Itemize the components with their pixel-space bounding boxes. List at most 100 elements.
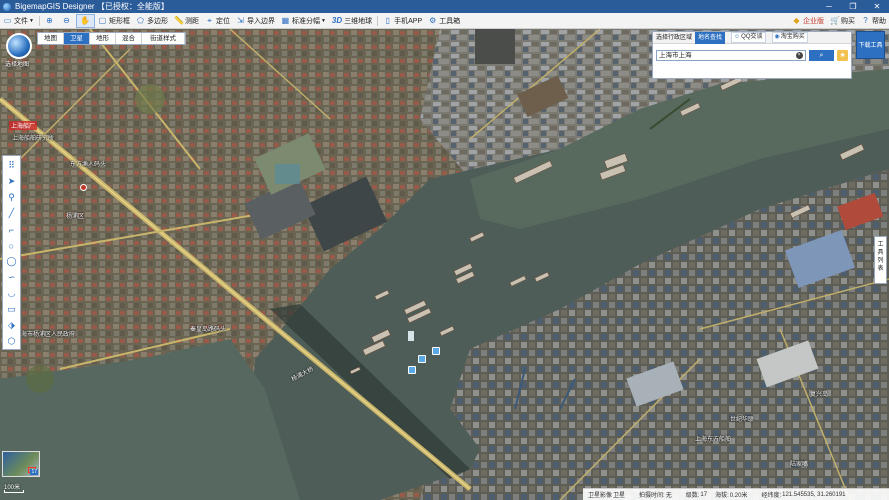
polygon-select-icon: ⬠: [136, 16, 144, 25]
tab-street-style[interactable]: 街道样式: [142, 33, 185, 44]
capture-date-label: 拍摄时间:: [639, 493, 665, 499]
toolbox-icon: ⚙: [429, 16, 437, 25]
ellipse-draw-icon[interactable]: ◯: [4, 254, 19, 270]
ferry-icon[interactable]: [418, 355, 426, 363]
coordinates-label: 经纬度:: [761, 493, 782, 499]
marker-pin-icon[interactable]: ⚲: [4, 190, 19, 206]
pan-button[interactable]: ✋: [75, 13, 95, 28]
toolbar-right: ◆ 企业版 🛒 购买 ? 帮助: [789, 14, 889, 28]
measure-button[interactable]: 📏 测距: [171, 14, 202, 28]
map-poi-icon[interactable]: [80, 184, 87, 191]
pan-hand-icon: ✋: [79, 16, 90, 25]
ferry-icon[interactable]: [432, 347, 440, 355]
circle-draw-icon[interactable]: ○: [4, 238, 19, 254]
globe-icon: [6, 33, 32, 59]
zoom-in-button[interactable]: ⊕: [42, 14, 59, 28]
app-logo-icon: [3, 2, 11, 11]
map-label: 杨浦区: [66, 214, 85, 220]
rectangle-select-button[interactable]: ▢ 矩形框: [95, 14, 133, 28]
polygon-draw-icon[interactable]: ⬡: [4, 333, 19, 349]
tool-list-char: 表: [877, 266, 884, 272]
locate-label: 定位: [215, 17, 230, 25]
folder-icon: ▭: [3, 16, 12, 25]
map-view[interactable]: 上海船厂 上海船舶研究所 杨浦区 上海市杨浦区人民政府 杨浦大桥 秦皇岛路码头 …: [0, 29, 889, 500]
rectangle-select-icon: ▢: [98, 16, 107, 25]
scale-bar: [4, 490, 24, 493]
search-panel-header: 选择行政区域 地名查找 ☺ QQ交谈 ◉ 淘宝购买: [653, 31, 851, 44]
map-source-label: 选择地图: [4, 62, 29, 68]
chevron-down-icon: ▼: [320, 17, 326, 24]
tab-select-region[interactable]: 选择行政区域: [653, 32, 695, 44]
qq-chat-label: QQ交谈: [741, 34, 763, 40]
clear-icon[interactable]: ×: [795, 52, 803, 59]
tab-satellite[interactable]: 卫星: [64, 33, 90, 44]
imagery-value: 卫星: [613, 493, 626, 499]
altitude-label: 海拔:: [715, 493, 729, 499]
map-label: 上海市杨浦区人民政府: [15, 332, 76, 338]
restore-button[interactable]: ❐: [841, 0, 865, 13]
tab-map[interactable]: 地图: [38, 33, 64, 44]
polyline-draw-icon[interactable]: ⌐: [4, 222, 19, 238]
help-button[interactable]: ? 帮助: [858, 14, 889, 28]
buy-button[interactable]: 🛒 购买: [827, 14, 858, 28]
search-input[interactable]: 上海市上海 ×: [656, 50, 806, 61]
taobao-buy-link[interactable]: ◉ 淘宝购买: [771, 32, 808, 43]
map-label: 东方渔人码头: [70, 162, 107, 168]
locate-button[interactable]: ⌖ 定位: [202, 14, 233, 28]
level-value: 17: [700, 491, 708, 498]
tab-place-search[interactable]: 地名查找: [695, 31, 726, 44]
overview-minimap[interactable]: 17: [2, 451, 40, 477]
minimize-button[interactable]: ─: [817, 0, 841, 13]
mobile-app-icon: ▯: [385, 16, 390, 25]
grid-icon: ▦: [281, 16, 290, 25]
map-source-selector[interactable]: 选择地图: [4, 33, 34, 69]
map-label: 世纪华联: [730, 417, 755, 423]
zoom-in-icon: ⊕: [46, 16, 53, 25]
polygon-select-label: 多边形: [146, 17, 168, 25]
left-drawing-toolbar: ⠿ ➤ ⚲ ╱ ⌐ ○ ◯ ∽ ◡ ▭ ⬗ ⬡: [2, 155, 21, 350]
enterprise-button[interactable]: ◆ 企业版: [789, 14, 827, 28]
map-label: 复兴岛: [810, 392, 829, 398]
download-tool-button[interactable]: 下载工具: [856, 31, 885, 59]
standard-grid-label: 标准分幅: [291, 17, 320, 25]
import-boundary-button[interactable]: ⇲ 导入边界: [233, 14, 278, 28]
map-label: 秦皇岛路码头: [190, 327, 227, 333]
3d-globe-button[interactable]: 3D 三维地球: [329, 14, 375, 28]
imagery-label: 卫星影像: [588, 493, 613, 499]
close-button[interactable]: ✕: [865, 0, 889, 13]
tool-list-char: 具: [877, 250, 884, 256]
chevron-down-icon: ▼: [29, 17, 34, 24]
standard-grid-button[interactable]: ▦ 标准分幅 ▼: [278, 14, 329, 28]
menu-file-label: 文件: [14, 17, 28, 25]
tab-terrain[interactable]: 地形: [90, 33, 116, 44]
coordinates-value: 121.545535, 31.260191: [782, 491, 846, 498]
tab-hybrid[interactable]: 混合: [116, 33, 142, 44]
menu-file[interactable]: ▭ 文件 ▼: [0, 14, 37, 28]
arc-draw-icon[interactable]: ◡: [4, 285, 19, 301]
buy-label: 购买: [841, 17, 855, 25]
qq-chat-link[interactable]: ☺ QQ交谈: [731, 32, 766, 43]
3d-globe-icon: 3D: [331, 16, 343, 25]
import-boundary-label: 导入边界: [246, 17, 275, 25]
altitude-value: 0.20米: [729, 493, 748, 499]
locate-pin-icon: ⌖: [207, 16, 212, 25]
mobile-app-button[interactable]: ▯ 手机APP: [380, 14, 425, 28]
rectangle-draw-icon[interactable]: ▭: [4, 301, 19, 317]
toolbox-button[interactable]: ⚙ 工具箱: [425, 14, 463, 28]
ferry-icon[interactable]: [408, 366, 416, 374]
line-draw-icon[interactable]: ╱: [4, 206, 19, 222]
drag-handle-icon[interactable]: ⠿: [4, 158, 19, 174]
qq-icon: ☺: [734, 34, 741, 40]
freehand-draw-icon[interactable]: ∽: [4, 269, 19, 285]
tag-icon[interactable]: ⬗: [4, 317, 19, 333]
enterprise-icon: ◆: [793, 16, 800, 25]
polygon-select-button[interactable]: ⬠ 多边形: [133, 14, 171, 28]
search-button[interactable]: ⌕: [808, 50, 835, 61]
tool-list-panel[interactable]: 工 具 列 表: [874, 236, 887, 284]
zoom-out-button[interactable]: ⊖: [59, 14, 76, 28]
3d-globe-label: 三维地球: [344, 17, 373, 25]
satellite-imagery: [0, 29, 889, 500]
select-arrow-icon[interactable]: ➤: [4, 174, 19, 190]
favorite-button[interactable]: ★: [837, 50, 848, 61]
map-label: 陆家嘴: [790, 462, 809, 468]
